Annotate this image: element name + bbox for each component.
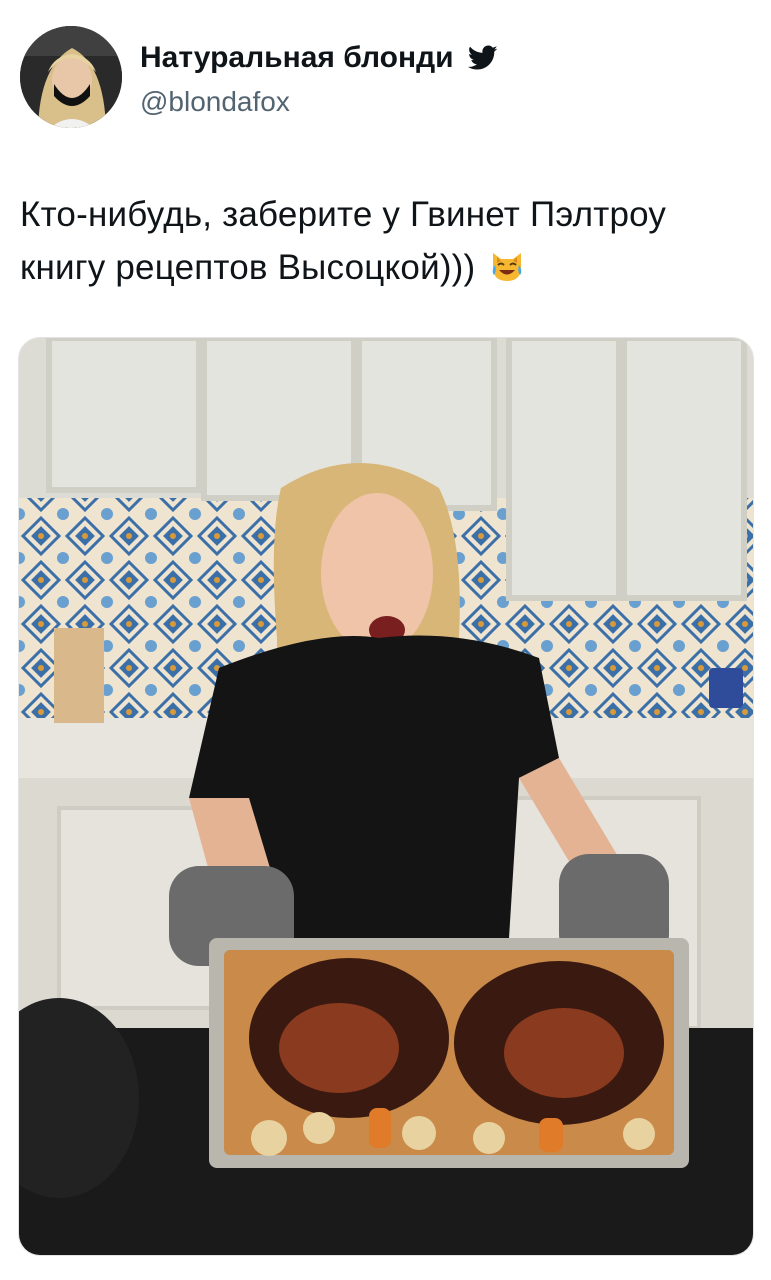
tweet-photo[interactable] (18, 337, 754, 1256)
user-info: Натуральная блонди @blondafox (140, 40, 498, 120)
twitter-bird-icon (467, 45, 498, 76)
avatar[interactable] (20, 26, 122, 128)
tweet-header: Натуральная блонди @blondafox (20, 26, 751, 130)
tweet-body: Кто-нибудь, заберите у Гвинет Пэлтроу кн… (20, 195, 667, 287)
user-handle[interactable]: @blondafox (140, 84, 498, 120)
display-name[interactable]: Натуральная блонди (140, 40, 454, 76)
tweet-text: Кто-нибудь, заберите у Гвинет Пэлтроу кн… (20, 188, 755, 300)
cat-with-tears-of-joy-icon (487, 245, 527, 300)
